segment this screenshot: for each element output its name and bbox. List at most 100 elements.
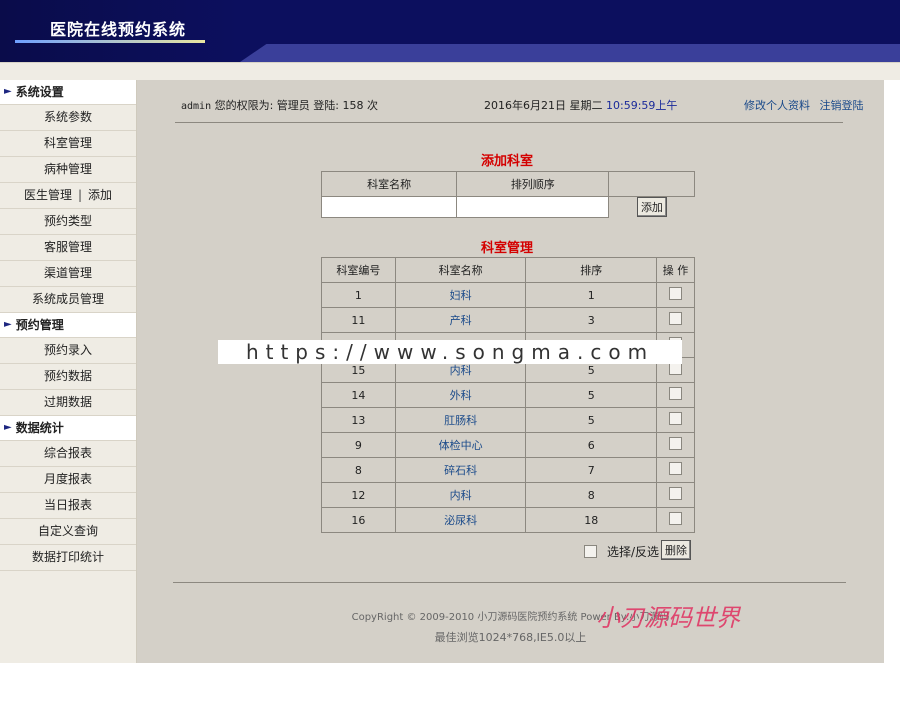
app-header: 医院在线预约系统 [0, 0, 900, 62]
section-title: 数据统计 [15, 421, 64, 435]
cell-name[interactable]: 内科 [394, 482, 527, 508]
cell-name[interactable]: 外科 [394, 382, 527, 408]
separator: | [77, 188, 83, 202]
sidebar-item-disease[interactable]: 病种管理 [0, 157, 136, 183]
row-checkbox[interactable] [669, 487, 683, 500]
cell-name[interactable]: 碎石科 [394, 457, 527, 483]
cell-order: 3 [525, 307, 658, 333]
cell-id: 8 [321, 457, 396, 483]
header-stripe [240, 44, 900, 62]
cell-order: 18 [525, 507, 658, 533]
sidebar-item-report-month[interactable]: 月度报表 [0, 467, 136, 493]
cell-id: 1 [321, 282, 396, 308]
sidebar: ► 系统设置 系统参数 科室管理 病种管理 医生管理 | 添加 预约类型 客服管理 渠… [0, 80, 137, 663]
cell-order: 8 [525, 482, 658, 508]
cell-name[interactable]: 产科 [394, 307, 527, 333]
row-checkbox[interactable] [669, 287, 683, 300]
sidebar-section-system[interactable]: ► 系统设置 [0, 80, 136, 105]
sidebar-item-report-all[interactable]: 综合报表 [0, 441, 136, 467]
cell-action [656, 407, 695, 433]
cell-order: 5 [525, 382, 658, 408]
brand-watermark: 小刃源码世界 [596, 604, 740, 632]
sidebar-item-department[interactable]: 科室管理 [0, 131, 136, 157]
right-margin [884, 80, 900, 663]
title-underline [15, 40, 205, 43]
row-checkbox[interactable] [669, 462, 683, 475]
permission-info: 您的权限为: 管理员 登陆: 158 次 [214, 99, 379, 112]
cell-order: 5 [525, 407, 658, 433]
date-text: 2016年6月21日 星期二 [484, 99, 603, 112]
cell-id: 12 [321, 482, 396, 508]
section-title: 预约管理 [15, 318, 64, 332]
cell-action [656, 432, 695, 458]
table-row: 8 碎石科 7 [321, 457, 695, 483]
sidebar-section-booking[interactable]: ► 预约管理 [0, 313, 136, 338]
doctor-manage-link[interactable]: 医生管理 [24, 188, 72, 202]
cell-id: 11 [321, 307, 396, 333]
col-name-header: 科室名称 [320, 171, 458, 197]
select-all-label: 选择/反选 [607, 545, 660, 559]
sidebar-item-members[interactable]: 系统成员管理 [0, 287, 136, 313]
table-row: 13 肛肠科 5 [321, 407, 695, 433]
header-id: 科室编号 [321, 257, 396, 283]
main-content: admin 您的权限为: 管理员 登陆: 158 次 2016年6月21日 星期… [137, 80, 884, 663]
order-input[interactable] [456, 196, 610, 218]
table-row: 16 泌尿科 18 [321, 507, 695, 533]
app-title: 医院在线预约系统 [50, 20, 187, 39]
department-table: 科室编号 科室名称 排序 操 作 1 妇科 1 11 产科 3 15 内科 5 14 外科 5 13 肛肠… [321, 257, 695, 533]
row-checkbox[interactable] [669, 312, 683, 325]
col-empty-header [608, 171, 695, 197]
arrow-icon: ► [4, 319, 12, 330]
header-action: 操 作 [656, 257, 695, 283]
sidebar-item-print-stats[interactable]: 数据打印统计 [0, 545, 136, 571]
user-info: admin 您的权限为: 管理员 登陆: 158 次 [181, 97, 378, 113]
sidebar-item-booking-type[interactable]: 预约类型 [0, 209, 136, 235]
select-all-checkbox[interactable] [584, 545, 597, 558]
cell-order: 6 [525, 432, 658, 458]
table-row: 12 内科 8 [321, 482, 695, 508]
arrow-icon: ► [4, 422, 12, 433]
row-checkbox[interactable] [669, 387, 683, 400]
sidebar-section-stats[interactable]: ► 数据统计 [0, 416, 136, 441]
cell-action [656, 507, 695, 533]
cell-name[interactable]: 妇科 [394, 282, 527, 308]
cell-name[interactable]: 泌尿科 [394, 507, 527, 533]
cell-name[interactable]: 肛肠科 [394, 407, 527, 433]
col-order-header: 排列顺序 [456, 171, 610, 197]
sidebar-item-booking-entry[interactable]: 预约录入 [0, 338, 136, 364]
sidebar-item-system-params[interactable]: 系统参数 [0, 105, 136, 131]
delete-button[interactable]: 删除 [661, 540, 691, 560]
watermark-url: https://www.songma.com [218, 340, 682, 364]
cell-id: 13 [321, 407, 396, 433]
cell-order: 7 [525, 457, 658, 483]
cell-action [656, 457, 695, 483]
manage-section-title: 科室管理 [481, 241, 534, 256]
cell-action [656, 307, 695, 333]
table-row: 11 产科 3 [321, 307, 695, 333]
sidebar-item-report-today[interactable]: 当日报表 [0, 493, 136, 519]
table-row: 1 妇科 1 [321, 282, 695, 308]
cell-name[interactable]: 体检中心 [394, 432, 527, 458]
sidebar-item-channel[interactable]: 渠道管理 [0, 261, 136, 287]
add-button[interactable]: 添加 [636, 197, 667, 217]
user-links: 修改个人资料 注销登陆 [744, 97, 864, 113]
sidebar-item-booking-data[interactable]: 预约数据 [0, 364, 136, 390]
row-checkbox[interactable] [669, 512, 683, 525]
add-button-cell: 添加 [608, 196, 695, 217]
department-name-input[interactable] [320, 196, 458, 218]
header-name: 科室名称 [394, 257, 527, 283]
logout-link[interactable]: 注销登陆 [820, 99, 864, 112]
browser-note: 最佳浏览1024*768,IE5.0以上 [434, 631, 587, 644]
doctor-add-link[interactable]: 添加 [88, 188, 112, 202]
row-checkbox[interactable] [669, 437, 683, 450]
add-section-title: 添加科室 [481, 154, 534, 169]
row-checkbox[interactable] [669, 412, 683, 425]
header-order: 排序 [525, 257, 658, 283]
select-all-control: 选择/反选 [584, 543, 659, 560]
sidebar-item-expired-data[interactable]: 过期数据 [0, 390, 136, 416]
sidebar-item-service[interactable]: 客服管理 [0, 235, 136, 261]
copyright-text: CopyRight © 2009-2010 小刀源码医院预约系统 Power B… [351, 612, 670, 623]
sidebar-item-custom-query[interactable]: 自定义查询 [0, 519, 136, 545]
cell-id: 9 [321, 432, 396, 458]
edit-profile-link[interactable]: 修改个人资料 [744, 99, 810, 112]
